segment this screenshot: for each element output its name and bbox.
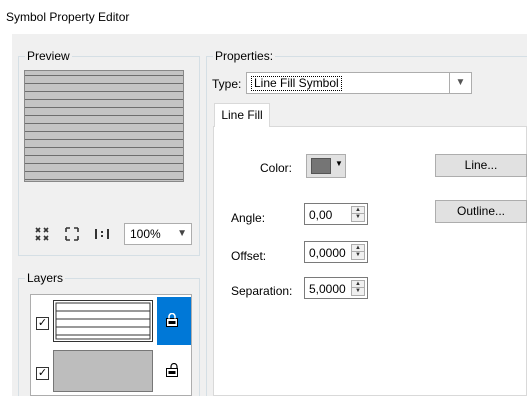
- preview-fill-line: [25, 115, 183, 116]
- spin-down-icon[interactable]: ▼: [352, 252, 364, 259]
- color-picker-button[interactable]: ▼: [306, 154, 346, 178]
- separation-spinbox[interactable]: 5,0000 ▲ ▼: [304, 277, 368, 299]
- separation-value: 5,0000: [309, 282, 346, 296]
- offset-spin-buttons[interactable]: ▲ ▼: [351, 244, 365, 260]
- zoom-level-select[interactable]: 100% ▼: [124, 223, 192, 245]
- lock-icon[interactable]: [165, 312, 179, 327]
- spin-up-icon[interactable]: ▲: [352, 245, 364, 252]
- angle-label: Angle:: [231, 211, 266, 225]
- angle-spinbox[interactable]: 0,00 ▲ ▼: [304, 203, 368, 225]
- zoom-out-icon[interactable]: [62, 224, 82, 244]
- chevron-down-icon: ▼: [177, 228, 187, 239]
- type-label: Type:: [212, 77, 242, 91]
- preview-fill-line: [25, 91, 183, 92]
- preview-fill-line: [25, 163, 183, 164]
- spin-up-icon[interactable]: ▲: [352, 207, 364, 214]
- preview-fill-line: [25, 147, 183, 148]
- symbol-type-select[interactable]: Line Fill Symbol ▼: [246, 72, 472, 94]
- line-button[interactable]: Line...: [435, 154, 527, 177]
- spin-up-icon[interactable]: ▲: [352, 281, 364, 288]
- preview-fill-line: [25, 123, 183, 124]
- preview-fill-line: [25, 155, 183, 156]
- layer-thumbnail-solid-fill: [53, 350, 153, 392]
- chevron-down-icon: ▼: [449, 73, 471, 93]
- properties-group-label: Properties:: [213, 49, 276, 63]
- symbol-type-value: Line Fill Symbol: [251, 76, 342, 91]
- window-title: Symbol Property Editor: [6, 10, 130, 24]
- tab-line-fill[interactable]: Line Fill: [214, 103, 270, 127]
- preview-fill-line: [25, 139, 183, 140]
- layer-visibility-checkbox[interactable]: ✓: [36, 367, 49, 380]
- color-swatch: [311, 158, 331, 174]
- preview-fill-line: [25, 131, 183, 132]
- layer-thumbnail-line-fill: [53, 300, 153, 342]
- zoom-level-value: 100%: [130, 227, 161, 241]
- zoom-in-icon[interactable]: [32, 224, 52, 244]
- symbol-preview: [24, 70, 184, 182]
- separation-spin-buttons[interactable]: ▲ ▼: [351, 280, 365, 296]
- angle-spin-buttons[interactable]: ▲ ▼: [351, 206, 365, 222]
- offset-spinbox[interactable]: 0,0000 ▲ ▼: [304, 241, 368, 263]
- offset-label: Offset:: [231, 249, 267, 263]
- preview-fill-line: [25, 107, 183, 108]
- outline-button[interactable]: Outline...: [435, 200, 527, 223]
- chevron-down-icon: ▼: [335, 159, 343, 168]
- layers-group-label: Layers: [25, 271, 66, 285]
- actual-size-icon[interactable]: [92, 224, 112, 244]
- layer-visibility-checkbox[interactable]: ✓: [36, 317, 49, 330]
- offset-value: 0,0000: [309, 246, 346, 260]
- angle-value: 0,00: [309, 208, 333, 222]
- preview-fill-line: [25, 171, 183, 172]
- preview-group-label: Preview: [25, 49, 72, 63]
- spin-down-icon[interactable]: ▼: [352, 214, 364, 221]
- separation-label: Separation:: [231, 284, 293, 298]
- preview-fill-line: [25, 179, 183, 180]
- layer-row-solid-fill[interactable]: ✓: [31, 347, 191, 395]
- color-label: Color:: [260, 161, 293, 175]
- unlock-icon[interactable]: [165, 362, 179, 377]
- layers-list[interactable]: ✓ ✓: [30, 294, 192, 396]
- preview-fill-line: [25, 83, 183, 84]
- spin-down-icon[interactable]: ▼: [352, 288, 364, 295]
- preview-fill-line: [25, 75, 183, 76]
- layer-row-line-fill[interactable]: ✓: [31, 297, 191, 345]
- preview-fill-line: [25, 99, 183, 100]
